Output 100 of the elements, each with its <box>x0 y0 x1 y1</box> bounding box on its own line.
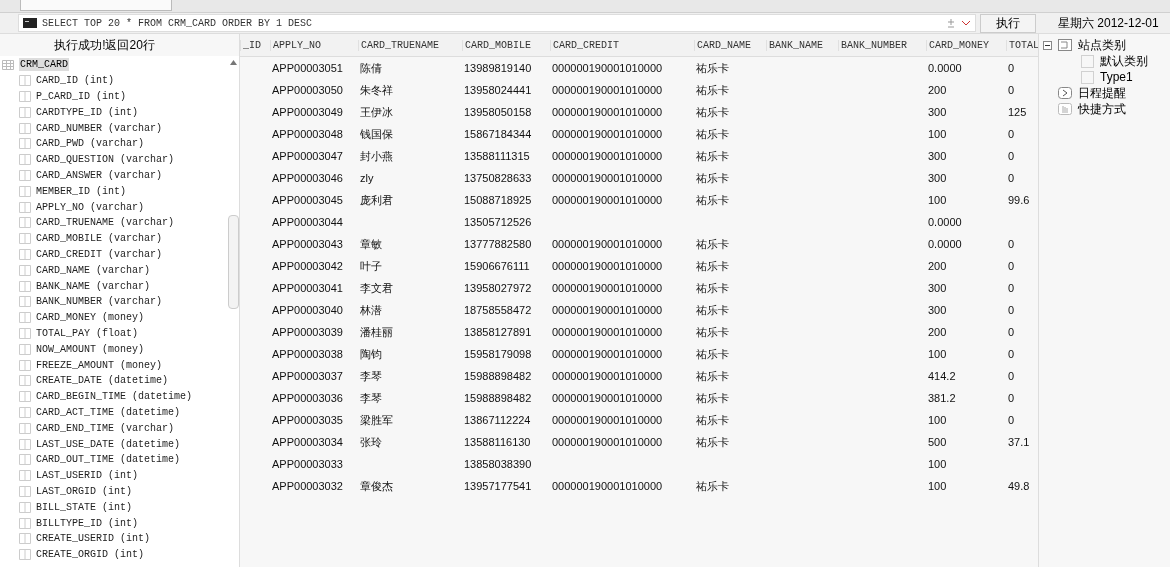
column-node[interactable]: CARD_ANSWER (varchar) <box>36 169 163 181</box>
table-cell: 15988898482 <box>464 370 532 382</box>
column-header[interactable]: CARD_NAME <box>694 39 766 51</box>
column-header[interactable]: CARD_TRUENAME <box>358 39 462 51</box>
column-header[interactable]: TOTAL <box>1006 39 1038 51</box>
table-cell: 祐乐卡 <box>696 303 729 316</box>
terminal-icon <box>23 18 37 28</box>
table-cell: 13958024441 <box>464 84 532 96</box>
scroll-up-icon[interactable] <box>229 60 237 65</box>
category-icon <box>1081 70 1094 84</box>
column-node[interactable]: CARD_MONEY (money) <box>36 312 145 324</box>
table-cell: 13750828633 <box>464 172 532 184</box>
column-icon <box>19 106 31 118</box>
table-cell: APP00003041 <box>272 282 343 294</box>
column-node[interactable]: CREATE_USERID (int) <box>36 533 151 545</box>
column-node[interactable]: CARD_CREDIT (varchar) <box>36 248 163 260</box>
column-node[interactable]: LAST_ORGID (int) <box>36 485 132 497</box>
query-field[interactable]: SELECT TOP 20 * FROM CRM_CARD ORDER BY 1 DESC <box>18 14 976 32</box>
column-header[interactable]: APPLY_NO <box>270 39 358 51</box>
table-cell: 王伊冰 <box>360 105 393 118</box>
table-cell: 朱冬祥 <box>360 83 393 96</box>
column-node[interactable]: CARD_TRUENAME (varchar) <box>36 217 175 229</box>
table-cell: 庞利君 <box>360 193 393 206</box>
column-node[interactable]: BANK_NAME (varchar) <box>36 280 151 292</box>
table-cell: 祐乐卡 <box>696 149 729 162</box>
tree-item[interactable]: 默认类别 <box>1100 52 1148 70</box>
tree-item[interactable]: 日程提醒 <box>1078 84 1126 102</box>
table-cell: 13858038390 <box>464 458 532 470</box>
column-icon <box>19 549 31 561</box>
table-cell: 200 <box>928 326 947 338</box>
tree-item[interactable]: 快捷方式 <box>1078 100 1126 118</box>
plus-minus-icon[interactable] <box>946 18 956 28</box>
column-node[interactable]: CARD_NAME (varchar) <box>36 264 151 276</box>
column-icon <box>19 406 31 418</box>
table-cell: 祐乐卡 <box>696 193 729 206</box>
column-header[interactable]: BANK_NAME <box>766 39 838 51</box>
table-cell: 0.0000 <box>928 216 962 228</box>
column-node[interactable]: MEMBER_ID (int) <box>36 185 126 197</box>
column-node[interactable]: CARD_OUT_TIME (datetime) <box>36 454 181 466</box>
table-cell: 000000190001010000 <box>552 194 663 206</box>
tree-item[interactable]: 站点类别 <box>1078 36 1126 54</box>
table-cell: 13867112224 <box>464 414 531 426</box>
column-node[interactable]: P_CARD_ID (int) <box>36 91 126 102</box>
column-node[interactable]: BILLTYPE_ID (int) <box>36 517 139 529</box>
column-node[interactable]: CREATE_DATE (datetime) <box>36 375 169 387</box>
column-header[interactable]: CARD_CREDIT <box>550 39 694 51</box>
column-header[interactable]: CARD_MOBILE <box>462 39 550 51</box>
table-cell: 0.0000 <box>928 62 962 74</box>
tree-item[interactable]: Type1 <box>1100 70 1133 84</box>
column-icon <box>19 185 31 197</box>
document-tab[interactable] <box>20 0 172 11</box>
column-node[interactable]: TOTAL_PAY (float) <box>36 327 139 339</box>
column-node[interactable]: CARD_NUMBER (varchar) <box>36 122 163 134</box>
column-header[interactable]: _ID <box>240 39 270 51</box>
table-cell: 0 <box>1008 326 1015 338</box>
collapse-icon[interactable] <box>1043 40 1052 50</box>
table-cell: 100 <box>928 458 947 470</box>
column-node[interactable]: LAST_USE_DATE (datetime) <box>36 438 181 450</box>
column-node[interactable]: NOW_AMOUNT (money) <box>36 343 145 355</box>
table-cell: 0 <box>1008 238 1015 250</box>
column-node[interactable]: CARD_PWD (varchar) <box>36 138 145 150</box>
run-button[interactable]: 执行 <box>980 13 1036 33</box>
table-cell: 钱国保 <box>360 127 393 140</box>
column-node[interactable]: CARD_BEGIN_TIME (datetime) <box>36 391 193 403</box>
table-cell: 000000190001010000 <box>552 62 663 74</box>
category-icon <box>1081 54 1094 68</box>
table-cell: 0.0000 <box>928 238 962 250</box>
column-node[interactable]: CARDTYPE_ID (int) <box>36 106 139 118</box>
table-cell: 000000190001010000 <box>552 436 663 448</box>
column-node[interactable]: CARD_ID (int) <box>36 75 114 87</box>
table-node[interactable]: CRM_CARD <box>19 58 69 72</box>
table-cell: 祐乐卡 <box>696 325 729 338</box>
table-cell: 000000190001010000 <box>552 172 663 184</box>
table-cell: 000000190001010000 <box>552 260 663 272</box>
table-cell: APP00003037 <box>272 370 343 382</box>
column-node[interactable]: FREEZE_AMOUNT (money) <box>36 359 163 371</box>
column-icon <box>19 422 31 434</box>
table-cell: 200 <box>928 84 947 96</box>
table-cell: 300 <box>928 172 947 184</box>
dropdown-caret-icon[interactable] <box>961 20 971 26</box>
column-icon <box>19 312 31 324</box>
column-header[interactable]: BANK_NUMBER <box>838 39 926 51</box>
column-node[interactable]: CREATE_ORGID (int) <box>36 549 145 561</box>
table-cell: 000000190001010000 <box>552 84 663 96</box>
column-icon <box>19 533 31 545</box>
table-cell: 林潜 <box>360 303 382 316</box>
column-node[interactable]: LAST_USERID (int) <box>36 470 139 482</box>
column-node[interactable]: BILL_STATE (int) <box>36 501 132 513</box>
scrollbar-thumb[interactable] <box>227 215 239 309</box>
column-node[interactable]: CARD_ACT_TIME (datetime) <box>36 406 181 418</box>
column-icon <box>19 359 31 371</box>
column-node[interactable]: APPLY_NO (varchar) <box>36 201 145 213</box>
table-cell: 0 <box>1008 62 1015 74</box>
column-node[interactable]: BANK_NUMBER (varchar) <box>36 296 163 308</box>
column-icon <box>19 122 31 134</box>
column-node[interactable]: CARD_QUESTION (varchar) <box>36 154 175 166</box>
column-node[interactable]: CARD_END_TIME (varchar) <box>36 422 175 434</box>
column-icon <box>19 501 31 513</box>
column-node[interactable]: CARD_MOBILE (varchar) <box>36 233 163 245</box>
column-header[interactable]: CARD_MONEY <box>926 39 1006 51</box>
